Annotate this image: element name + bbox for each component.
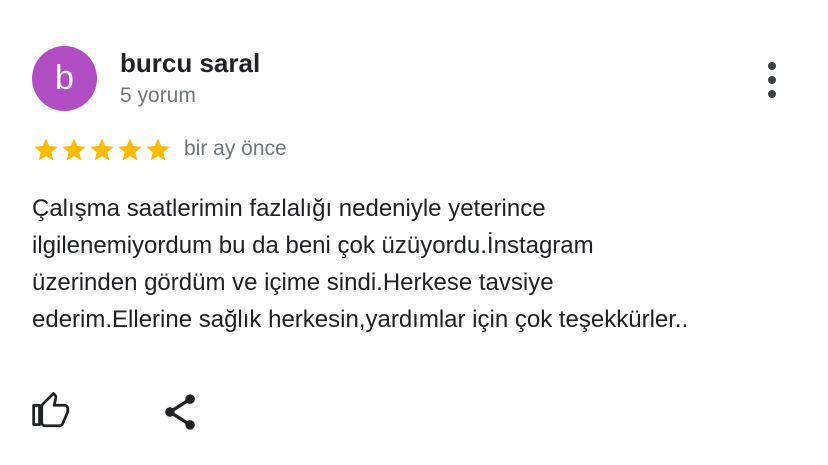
avatar[interactable]: b — [32, 46, 97, 111]
review-text: Çalışma saatlerimin fazlalığı nedeniyle … — [32, 190, 812, 338]
star-icon — [34, 138, 58, 161]
share-icon — [165, 394, 195, 430]
star-icon — [62, 138, 86, 161]
review-count: 5 yorum — [120, 84, 196, 107]
like-button[interactable] — [30, 388, 74, 432]
author-name[interactable]: burcu saral — [120, 48, 260, 79]
review-text-line: üzerinden gördüm ve içime sindi.Herkese … — [32, 269, 554, 296]
star-rating — [32, 135, 172, 167]
star-icon — [118, 138, 142, 161]
star-icon — [90, 138, 114, 161]
share-button[interactable] — [158, 390, 202, 434]
more-options-button[interactable] — [752, 58, 792, 102]
review-text-line: Çalışma saatlerimin fazlalığı nedeniyle … — [32, 195, 546, 222]
review-card: b burcu saral 5 yorum bir ay önce Çalışm… — [0, 0, 828, 465]
review-time: bir ay önce — [184, 137, 287, 160]
star-icon — [146, 138, 170, 161]
thumb-up-icon — [32, 392, 70, 428]
review-text-line: ilgilenemiyordum bu da beni çok üzüyordu… — [32, 232, 594, 259]
review-text-line: ederim.Ellerine sağlık herkesin,yardımla… — [32, 306, 689, 333]
